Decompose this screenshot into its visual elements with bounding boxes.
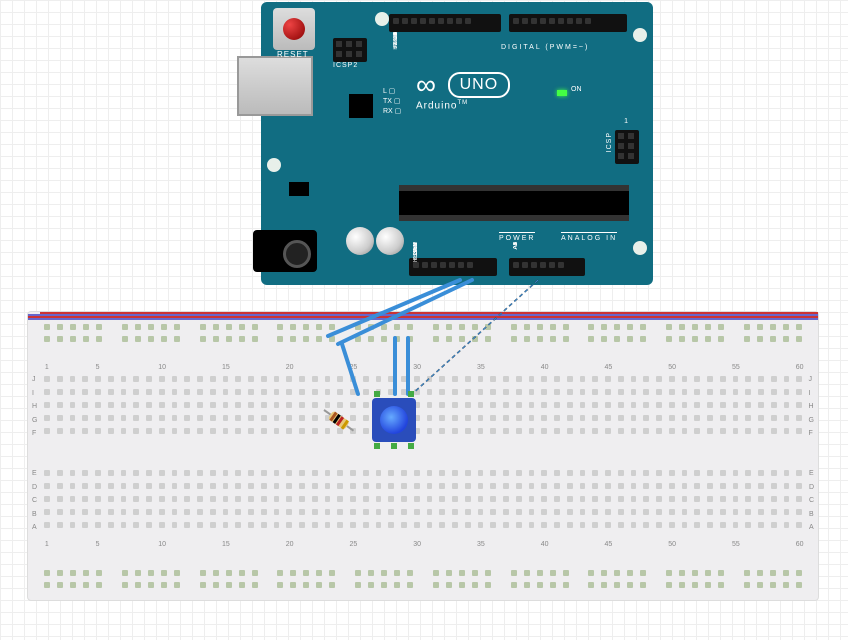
capacitor — [376, 227, 404, 255]
serial-led-labels: L ▢ TX ▢ RX ▢ — [383, 87, 401, 117]
arduino-logo: ∞ UNO ArduinoTM — [416, 72, 510, 111]
icsp-1-label: 1 — [624, 118, 629, 125]
arduino-uno-board[interactable]: RESET ICSP2 ICSP 1 ∞ UNO ArduinoTM L ▢ T… — [261, 2, 653, 285]
infinity-icon: ∞ — [416, 80, 437, 90]
row-labels-left-bot: EDCBA — [32, 470, 37, 531]
row-labels-right-top: JIHGF — [809, 376, 814, 437]
power-label: POWER — [499, 232, 535, 242]
on-label: ON — [571, 86, 582, 93]
power-led — [557, 90, 567, 96]
model-label: UNO — [448, 72, 511, 98]
col-labels-top: 151015202530354045505560 — [44, 364, 802, 371]
power-header[interactable] — [409, 258, 497, 276]
row-labels-left-top: JIHGF — [32, 376, 37, 437]
usb-port[interactable] — [237, 56, 313, 116]
capacitor — [346, 227, 374, 255]
rail-holes-bot-2 — [44, 582, 802, 588]
rail-holes-top-1 — [44, 324, 802, 330]
mount-hole — [267, 158, 281, 172]
digital-header-left[interactable] — [389, 14, 501, 32]
row-labels-right-bot: EDCBA — [809, 470, 814, 531]
reset-label: RESET — [277, 50, 309, 59]
potentiometer[interactable] — [372, 398, 416, 442]
breadboard[interactable]: 151015202530354045505560 151015202530354… — [27, 311, 819, 601]
rail-holes-top-2 — [44, 336, 802, 342]
power-jack[interactable] — [253, 230, 317, 272]
power-rail-bot-neg — [28, 318, 818, 320]
digital-header-right[interactable] — [509, 14, 627, 32]
rail-holes-bot-1 — [44, 570, 802, 576]
icsp-label: ICSP — [606, 132, 613, 152]
analog-label: ANALOG IN — [561, 232, 617, 242]
atmega328p-chip — [399, 185, 629, 221]
analog-header[interactable] — [509, 258, 585, 276]
chip-atmega16u2 — [349, 94, 373, 118]
mount-hole — [633, 28, 647, 42]
voltage-regulator — [289, 182, 309, 196]
digital-label: DIGITAL (PWM=~) — [501, 44, 589, 51]
mount-hole — [633, 241, 647, 255]
reset-button[interactable] — [273, 8, 315, 50]
icsp2-header[interactable] — [333, 38, 367, 62]
icsp2-label: ICSP2 — [333, 62, 358, 69]
col-labels-bot: 151015202530354045505560 — [44, 541, 802, 548]
icsp-header[interactable] — [615, 130, 639, 164]
mount-hole — [375, 12, 389, 26]
